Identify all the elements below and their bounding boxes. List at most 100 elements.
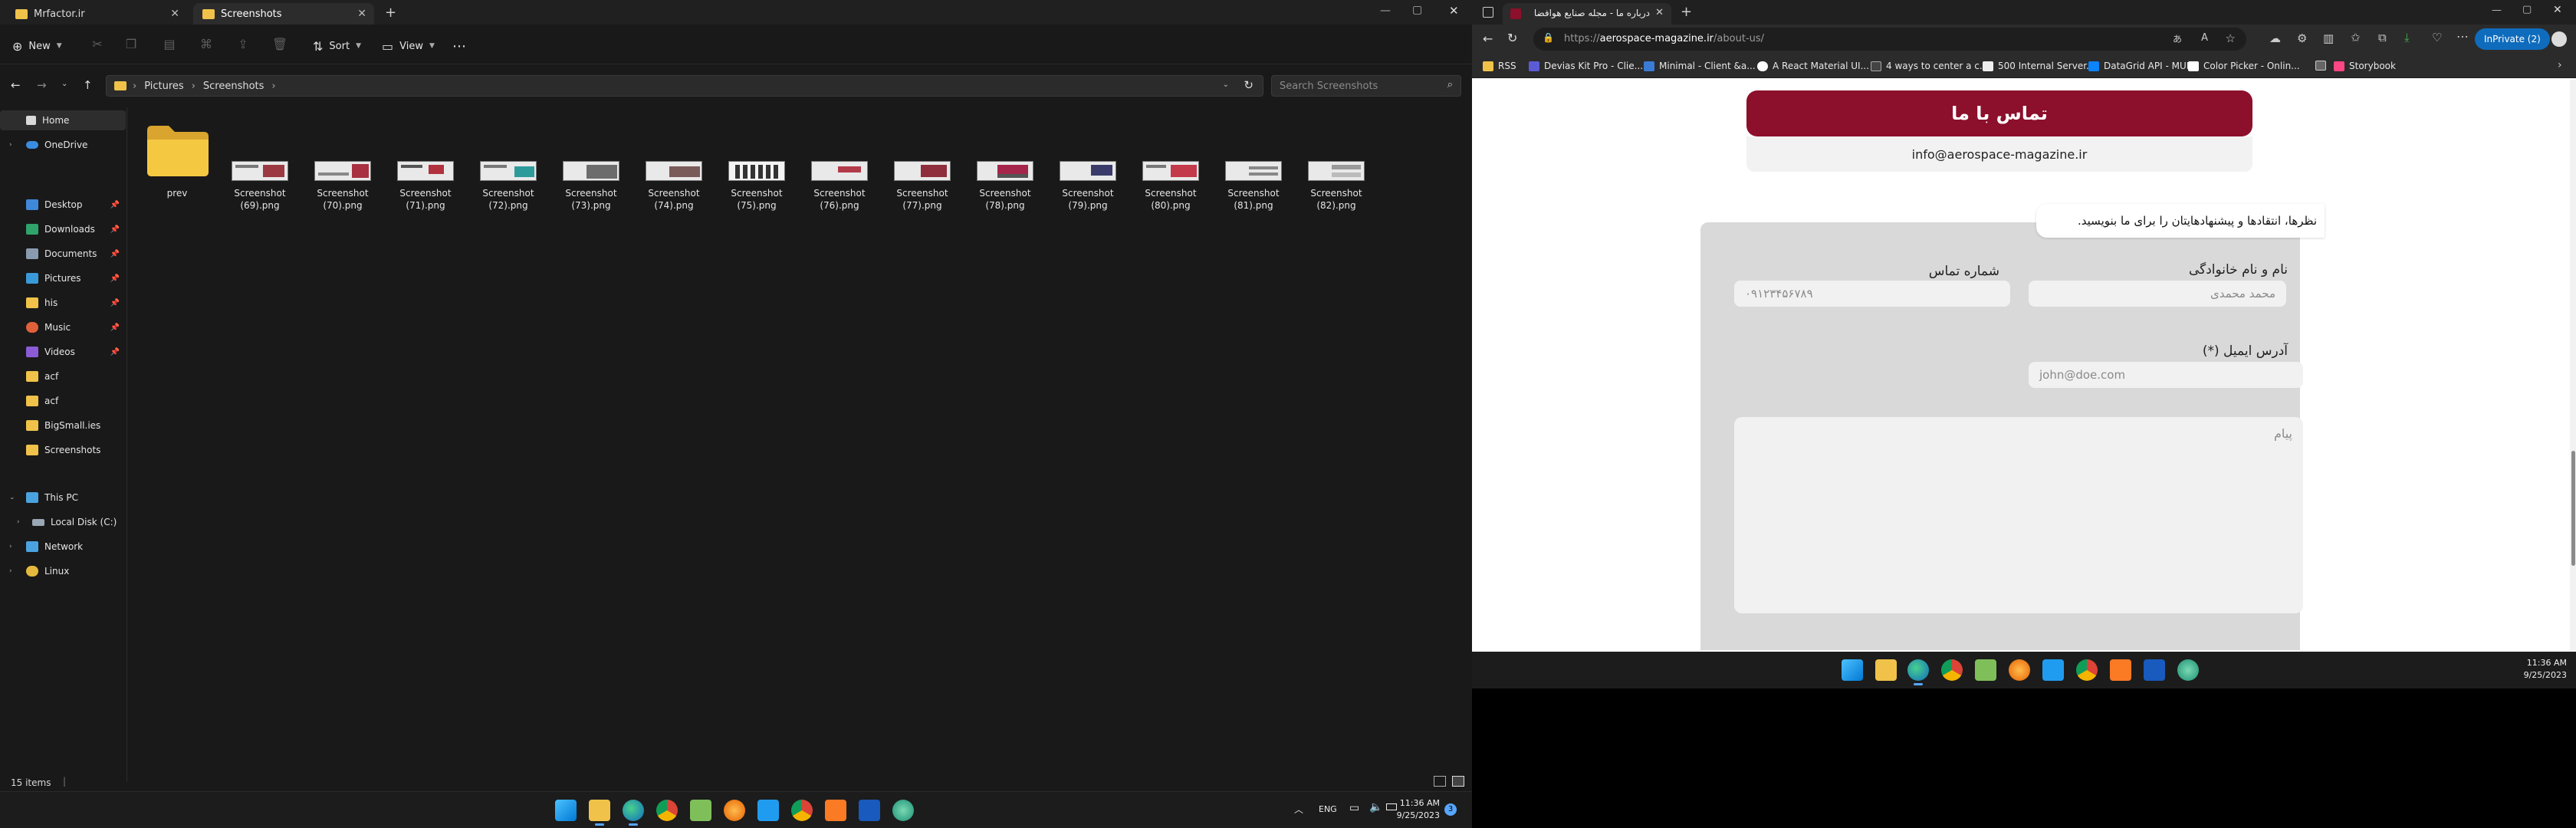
nav-pictures[interactable]: Pictures 📌 [0,268,126,288]
email-input[interactable]: john@doe.com [2029,362,2303,388]
nav-desktop[interactable]: Desktop 📌 [0,195,126,215]
file-explorer-icon[interactable] [589,800,610,826]
contact-button[interactable]: تماس با ما [1746,90,2252,136]
more-options-button[interactable]: ⋯ [452,36,466,56]
tiles-view-icon[interactable] [1452,776,1464,787]
nav-documents[interactable]: Documents 📌 [0,244,126,264]
new-tab-icon[interactable]: + [1681,4,1692,20]
vscode-icon[interactable] [757,800,779,821]
nav-linux[interactable]: › Linux [0,561,126,581]
page-scrollbar[interactable] [2570,80,2576,650]
forward-arrow-icon[interactable]: → [37,78,47,92]
language-indicator[interactable]: ENG [1319,804,1337,814]
pin-icon[interactable]: 📌 [110,201,120,209]
settings-icon[interactable]: ⚙ [2297,31,2307,45]
minimize-icon[interactable]: — [2492,5,2502,16]
nav-bigsmall[interactable]: BigSmall.ies [0,416,126,435]
close-icon[interactable]: ✕ [357,8,366,20]
fav-rss[interactable]: RSS [1483,61,1516,71]
new-tab-icon[interactable]: + [385,5,396,21]
chrome-icon[interactable] [1941,659,1963,681]
word-icon[interactable] [2144,659,2165,681]
address-bar[interactable]: › Pictures › Screenshots › ⌄ ↻ [106,75,1263,97]
folder-item[interactable]: prev [140,115,215,222]
share-icon[interactable]: ⇪ [235,37,251,54]
name-input[interactable]: محمد محمدی [2029,281,2286,307]
file-item[interactable]: Screenshot (78).png [968,115,1043,222]
edge-dev-icon[interactable] [2177,659,2199,681]
chevron-right-icon[interactable]: › [2558,59,2562,71]
new-button[interactable]: ⊕ New ▼ [12,36,62,56]
paste-icon[interactable]: ▤ [161,37,178,54]
file-item[interactable]: Screenshot (70).png [305,115,380,222]
collections-icon[interactable]: ⧉ [2378,31,2387,44]
firefox-icon[interactable] [2009,659,2030,681]
file-item[interactable]: Screenshot (75).png [719,115,794,222]
xampp-icon[interactable] [825,800,846,821]
nav-screenshots[interactable]: Screenshots [0,440,126,460]
split-screen-icon[interactable]: ▥ [2323,31,2334,45]
maximize-icon[interactable]: ▢ [1412,4,1422,16]
file-item[interactable]: Screenshot (79).png [1050,115,1125,222]
file-item[interactable]: Screenshot (73).png [554,115,629,222]
contact-email[interactable]: info@aerospace-magazine.ir [1912,147,2088,162]
phone-input[interactable]: ۰۹۱۲۳۴۵۶۷۸۹ [1734,281,2010,307]
view-button[interactable]: ▭ View ▼ [382,36,435,56]
start-icon[interactable] [1842,659,1863,681]
volume-icon[interactable]: 🔈 [1369,801,1382,813]
close-icon[interactable]: ✕ [1655,7,1664,18]
file-item[interactable]: Screenshot (81).png [1216,115,1291,222]
photo-app-icon[interactable] [1975,659,1996,681]
nav-home[interactable]: Home [0,110,126,130]
minimize-icon[interactable]: — [1380,5,1391,17]
scrollbar-thumb[interactable] [2571,451,2575,566]
refresh-icon[interactable]: ↻ [1244,78,1254,92]
pin-icon[interactable]: 📌 [110,348,120,356]
details-view-icon[interactable] [1434,776,1446,787]
nav-music[interactable]: Music 📌 [0,317,126,337]
file-item[interactable]: Screenshot (77).png [885,115,960,222]
fav-devias[interactable]: Devias Kit Pro - Clie... [1529,61,1643,71]
nav-videos[interactable]: Videos 📌 [0,342,126,362]
close-icon[interactable]: ✕ [170,8,179,20]
fav-center[interactable]: 4 ways to center a c... [1871,61,1988,71]
photo-app-icon[interactable] [690,800,711,821]
file-item[interactable]: Screenshot (74).png [636,115,711,222]
notification-badge[interactable]: 3 [1444,803,1457,816]
refresh-icon[interactable]: ↻ [1507,31,1517,45]
rename-icon[interactable]: ⌘ [198,37,215,54]
start-icon[interactable] [555,800,577,821]
edge-icon[interactable] [1907,659,1929,685]
back-arrow-icon[interactable]: ← [11,78,21,92]
nav-network[interactable]: › Network [0,537,126,557]
nav-onedrive[interactable]: › OneDrive [0,135,126,155]
file-item[interactable]: Screenshot (72).png [471,115,546,222]
search-input[interactable]: Search Screenshots ⌕ [1271,75,1461,97]
file-item[interactable]: Screenshot (76).png [802,115,877,222]
nav-downloads[interactable]: Downloads 📌 [0,219,126,239]
translate-icon[interactable]: あ [2173,32,2182,45]
extensions-icon[interactable]: ☁ [2269,31,2281,45]
tab-screenshots[interactable]: Screenshots ✕ [193,3,374,25]
downloads-icon[interactable]: ⤓ [2404,31,2410,44]
clock-date[interactable]: 9/25/2023 [2519,670,2567,680]
edge-dev-icon[interactable] [892,800,914,821]
file-item[interactable]: Screenshot (80).png [1133,115,1208,222]
read-aloud-icon[interactable]: A [2201,32,2208,44]
tab-actions-icon[interactable] [1483,7,1493,18]
pin-icon[interactable]: 📌 [110,299,120,307]
fav-minimal[interactable]: Minimal - Client &a... [1644,61,1756,71]
fav-storybook[interactable] [2315,61,2331,71]
taskbar-date[interactable]: 9/25/2023 [1395,810,1440,820]
nav-his[interactable]: his 📌 [0,293,126,313]
back-arrow-icon[interactable]: ← [1483,31,1493,46]
up-arrow-icon[interactable]: ↑ [83,78,93,92]
chrome-icon[interactable] [656,800,678,821]
word-icon[interactable] [859,800,880,821]
maximize-icon[interactable]: ▢ [2522,4,2532,15]
edge-icon[interactable] [623,800,644,826]
file-item[interactable]: Screenshot (71).png [388,115,463,222]
inprivate-badge[interactable]: InPrivate (2) [2475,28,2550,50]
favorites-icon[interactable]: ✩ [2351,31,2361,44]
nav-thispc[interactable]: ⌄ This PC [0,488,126,508]
